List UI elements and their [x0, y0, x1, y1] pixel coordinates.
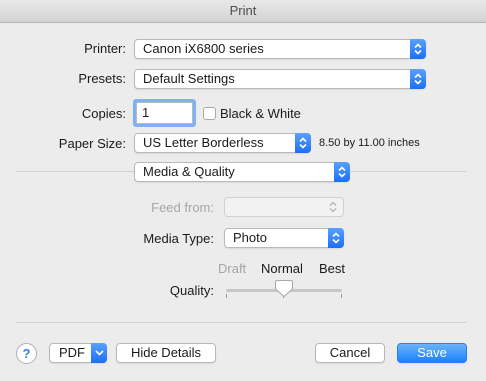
cancel-button[interactable]: Cancel [315, 343, 385, 363]
updown-chevron-icon [328, 228, 344, 248]
copies-input[interactable]: 1 [136, 102, 193, 124]
copies-label: Copies: [81, 106, 126, 121]
section-value: Media & Quality [143, 164, 235, 179]
black-white-checkbox[interactable] [203, 107, 216, 120]
quality-level-best: Best [319, 261, 346, 276]
section-popup[interactable]: Media & Quality [134, 162, 350, 182]
paper-size-popup[interactable]: US Letter Borderless [134, 133, 311, 153]
footer-divider [16, 322, 466, 323]
updown-chevron-icon [295, 133, 311, 153]
help-button[interactable]: ? [16, 343, 37, 364]
black-white-label: Black & White [220, 106, 301, 121]
printer-value: Canon iX6800 series [143, 41, 264, 56]
hide-details-button[interactable]: Hide Details [116, 343, 216, 363]
presets-popup[interactable]: Default Settings [134, 69, 426, 89]
pdf-label: PDF [59, 345, 85, 360]
copies-value: 1 [142, 105, 150, 120]
paper-size-value: US Letter Borderless [143, 135, 264, 150]
media-type-label: Media Type: [143, 231, 214, 246]
chevron-down-icon [91, 343, 107, 363]
feed-from-popup [224, 197, 344, 217]
presets-value: Default Settings [143, 71, 235, 86]
slider-tick [226, 294, 227, 298]
presets-label: Presets: [78, 71, 126, 86]
slider-tick [341, 294, 342, 298]
updown-chevron-icon [410, 69, 426, 89]
media-type-popup[interactable]: Photo [224, 228, 344, 248]
printer-label: Printer: [84, 41, 126, 56]
paper-size-label: Paper Size: [58, 136, 126, 151]
updown-chevron-icon [334, 162, 350, 182]
save-button[interactable]: Save [397, 343, 467, 363]
media-type-value: Photo [233, 230, 267, 245]
updown-chevron-icon [410, 39, 426, 59]
printer-popup[interactable]: Canon iX6800 series [134, 39, 426, 59]
help-icon: ? [22, 346, 31, 361]
window-title: Print [229, 3, 257, 18]
updown-chevron-icon [325, 197, 341, 217]
paper-dimensions: 8.50 by 11.00 inches [319, 137, 420, 149]
window-titlebar: Print [0, 0, 486, 23]
quality-slider-thumb[interactable] [274, 279, 294, 301]
feed-from-label: Feed from: [151, 200, 214, 215]
pdf-menu-button[interactable]: PDF [49, 343, 107, 363]
quality-label: Quality: [169, 283, 214, 298]
quality-level-draft: Draft [218, 261, 247, 276]
quality-level-normal: Normal [261, 261, 303, 276]
